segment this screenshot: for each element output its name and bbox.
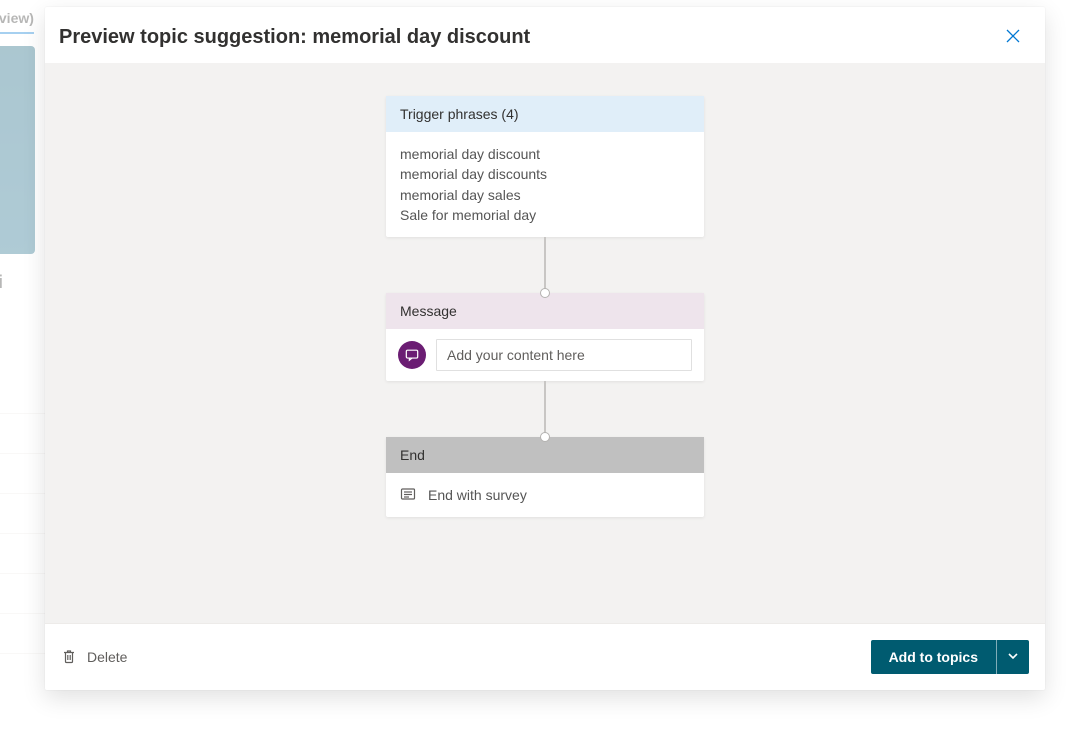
end-node-header: End — [386, 437, 704, 473]
modal-header: Preview topic suggestion: memorial day d… — [45, 7, 1045, 63]
close-icon — [1006, 29, 1020, 46]
delete-label: Delete — [87, 649, 127, 665]
modal-overlay[interactable]: Preview topic suggestion: memorial day d… — [0, 0, 1078, 737]
trigger-phrase: memorial day discount — [400, 144, 690, 164]
trigger-phrase: memorial day sales — [400, 185, 690, 205]
trigger-node-header: Trigger phrases (4) — [386, 96, 704, 132]
modal-title: Preview topic suggestion: memorial day d… — [59, 26, 530, 49]
connector-node-icon[interactable] — [540, 288, 550, 298]
add-to-topics-button[interactable]: Add to topics — [871, 640, 1029, 674]
chevron-down-icon — [1007, 649, 1019, 665]
preview-topic-modal: Preview topic suggestion: memorial day d… — [45, 7, 1045, 690]
add-to-topics-dropdown[interactable] — [997, 640, 1029, 674]
message-node[interactable]: Message — [386, 293, 704, 381]
modal-footer: Delete Add to topics — [45, 623, 1045, 690]
message-node-header: Message — [386, 293, 704, 329]
trigger-phrases-node[interactable]: Trigger phrases (4) memorial day discoun… — [386, 96, 704, 237]
add-to-topics-label: Add to topics — [871, 640, 996, 674]
connector-node-icon[interactable] — [540, 432, 550, 442]
trigger-node-body: memorial day discount memorial day disco… — [386, 132, 704, 237]
end-node[interactable]: End End with survey — [386, 437, 704, 517]
topic-canvas: Trigger phrases (4) memorial day discoun… — [45, 63, 1045, 623]
end-node-label: End with survey — [428, 485, 527, 505]
trigger-phrase: Sale for memorial day — [400, 205, 690, 225]
message-icon — [398, 341, 426, 369]
connector-line — [544, 237, 546, 293]
message-content-input[interactable] — [436, 339, 692, 371]
trigger-phrase: memorial day discounts — [400, 164, 690, 184]
end-node-body: End with survey — [386, 473, 704, 517]
message-node-body — [386, 329, 704, 381]
trash-icon — [61, 648, 77, 667]
connector-line — [544, 381, 546, 437]
close-button[interactable] — [1001, 25, 1025, 49]
delete-button[interactable]: Delete — [61, 648, 127, 667]
survey-icon — [400, 487, 416, 503]
